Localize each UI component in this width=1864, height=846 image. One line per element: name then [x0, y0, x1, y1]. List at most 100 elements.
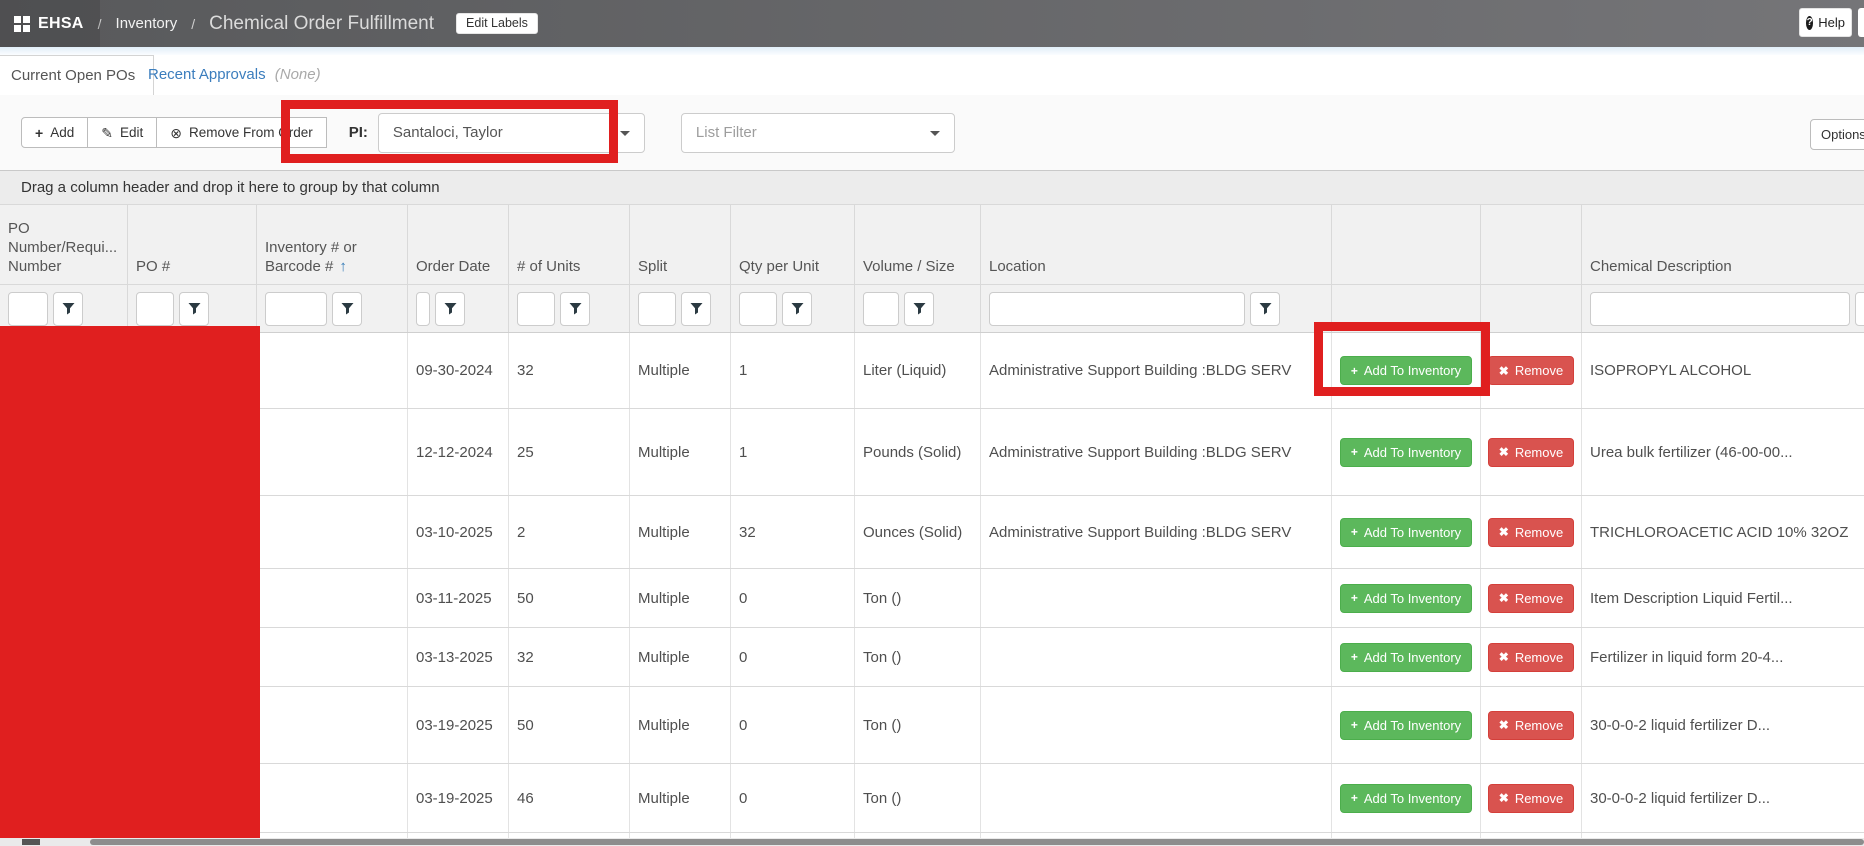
filter-input[interactable] — [638, 292, 676, 326]
column-header-split[interactable]: Split — [630, 205, 731, 284]
cell-add-action: + Add To Inventory — [1332, 409, 1481, 495]
filter-input[interactable] — [739, 292, 777, 326]
cell-chemical-description: Urea bulk fertilizer (46-00-00... — [1582, 409, 1864, 495]
add-to-inventory-button[interactable]: + Add To Inventory — [1340, 518, 1472, 547]
column-header-add-actions — [1332, 205, 1481, 284]
filter-input[interactable] — [8, 292, 48, 326]
scrollbar-left-block[interactable] — [22, 839, 40, 845]
column-header-qty-per-unit[interactable]: Qty per Unit — [731, 205, 855, 284]
filter-input[interactable] — [517, 292, 555, 326]
remove-button[interactable]: ✖ Remove — [1488, 643, 1574, 672]
add-button[interactable]: + Add — [21, 117, 88, 148]
tab-recent-approvals-label: Recent Approvals — [148, 66, 266, 83]
cell-remove-action: ✖ Remove — [1481, 628, 1582, 686]
caret-down-icon — [620, 131, 630, 136]
top-header-bar: EHSA / Inventory / Chemical Order Fulfil… — [0, 0, 1864, 47]
cell-volume-size: Ton () — [855, 764, 981, 832]
column-header-chemical-description[interactable]: Chemical Description — [1582, 205, 1864, 284]
filter-funnel-button[interactable] — [53, 292, 83, 326]
add-to-inventory-button[interactable]: + Add To Inventory — [1340, 643, 1472, 672]
column-header-po[interactable]: PO # — [128, 205, 257, 284]
cell-inventory — [257, 569, 408, 627]
column-header-location[interactable]: Location — [981, 205, 1332, 284]
add-to-inventory-button[interactable]: + Add To Inventory — [1340, 356, 1472, 385]
tab-current-open-pos[interactable]: Current Open POs — [0, 55, 154, 96]
remove-button[interactable]: ✖ Remove — [1488, 584, 1574, 613]
caret-down-icon — [930, 131, 940, 136]
cell-location: Administrative Support Building :BLDG SE… — [981, 496, 1332, 568]
filter-funnel-button[interactable] — [1250, 292, 1280, 326]
edit-labels-button[interactable]: Edit Labels — [456, 13, 538, 34]
pi-select[interactable]: Santaloci, Taylor — [378, 113, 645, 153]
filter-funnel-button[interactable] — [782, 292, 812, 326]
cell-remove-action: ✖ Remove — [1481, 333, 1582, 408]
cell-remove-action: ✖ Remove — [1481, 569, 1582, 627]
edit-button[interactable]: ✎ Edit — [87, 117, 157, 148]
add-to-inventory-button[interactable]: + Add To Inventory — [1340, 711, 1472, 740]
remove-button[interactable]: ✖ Remove — [1488, 356, 1574, 385]
remove-button[interactable]: ✖ Remove — [1488, 784, 1574, 813]
cell-units: 2 — [509, 496, 630, 568]
cell-order-date: 03-11-2025 — [408, 569, 509, 627]
cell-qty-per-unit: 1 — [731, 333, 855, 408]
remove-button[interactable]: ✖ Remove — [1488, 518, 1574, 547]
column-header-po-number[interactable]: PO Number/Requi... Number — [0, 205, 128, 284]
remove-button[interactable]: ✖ Remove — [1488, 711, 1574, 740]
funnel-icon — [913, 302, 926, 316]
filter-input[interactable] — [416, 292, 430, 326]
column-header-inventory-barcode[interactable]: Inventory # or Barcode #↑ — [257, 205, 408, 284]
filter-cell-location — [981, 285, 1332, 332]
filter-input[interactable] — [265, 292, 327, 326]
filter-input[interactable] — [136, 292, 174, 326]
filter-cell-inventory — [257, 285, 408, 332]
list-filter-select[interactable]: List Filter — [681, 113, 955, 153]
filter-cell-po — [128, 285, 257, 332]
filter-funnel-button[interactable] — [681, 292, 711, 326]
column-header-units[interactable]: # of Units — [509, 205, 630, 284]
cell-qty-per-unit: 0 — [731, 569, 855, 627]
plus-icon: + — [1351, 651, 1358, 663]
filter-funnel-button[interactable] — [332, 292, 362, 326]
app-window: EHSA / Inventory / Chemical Order Fulfil… — [0, 0, 1864, 846]
group-by-hint: Drag a column header and drop it here to… — [21, 179, 440, 196]
filter-funnel-button[interactable] — [560, 292, 590, 326]
x-icon: ✖ — [1499, 792, 1509, 804]
cell-location — [981, 764, 1332, 832]
remove-from-order-button[interactable]: ⊗ Remove From Order — [156, 117, 327, 148]
remove-button[interactable]: ✖ Remove — [1488, 438, 1574, 467]
cell-inventory — [257, 333, 408, 408]
column-header-order-date[interactable]: Order Date — [408, 205, 509, 284]
breadcrumb-inventory[interactable]: Inventory — [116, 15, 178, 32]
group-by-drop-zone[interactable]: Drag a column header and drop it here to… — [0, 171, 1864, 205]
add-to-inventory-button[interactable]: + Add To Inventory — [1340, 438, 1472, 467]
edit-label: Edit — [120, 125, 143, 140]
tab-recent-approvals[interactable]: Recent Approvals (None) — [148, 55, 321, 94]
filter-input[interactable] — [989, 292, 1245, 326]
add-to-inventory-button[interactable]: + Add To Inventory — [1340, 784, 1472, 813]
cell-location: Administrative Support Building :BLDG SE… — [981, 333, 1332, 408]
filter-input[interactable] — [863, 292, 899, 326]
column-header-volume-size[interactable]: Volume / Size — [855, 205, 981, 284]
filter-funnel-button[interactable] — [179, 292, 209, 326]
remove-circle-icon: ⊗ — [170, 126, 182, 140]
scrollbar-thumb[interactable] — [90, 839, 1864, 845]
cell-units: 32 — [509, 333, 630, 408]
cell-chemical-description: Item Description Liquid Fertil... — [1582, 569, 1864, 627]
add-to-inventory-button[interactable]: + Add To Inventory — [1340, 584, 1472, 613]
cell-split: Multiple — [630, 409, 731, 495]
options-label: Options — [1821, 127, 1864, 142]
filter-funnel-button[interactable] — [1855, 292, 1864, 326]
table-row: 03-13-2025 32 Multiple 0 Ton () + Add To… — [0, 628, 1864, 687]
filter-input[interactable] — [1590, 292, 1850, 326]
help-button[interactable]: ? Help — [1799, 8, 1852, 37]
help-icon: ? — [1806, 16, 1813, 30]
cell-split: Multiple — [630, 687, 731, 763]
cell-add-action: + Add To Inventory — [1332, 764, 1481, 832]
options-button[interactable]: Options — [1810, 119, 1864, 150]
plus-icon: + — [1351, 365, 1358, 377]
funnel-icon — [569, 302, 582, 316]
horizontal-scrollbar[interactable] — [0, 838, 1864, 846]
filter-funnel-button[interactable] — [904, 292, 934, 326]
filter-funnel-button[interactable] — [435, 292, 465, 326]
app-logo[interactable]: EHSA — [0, 15, 84, 33]
